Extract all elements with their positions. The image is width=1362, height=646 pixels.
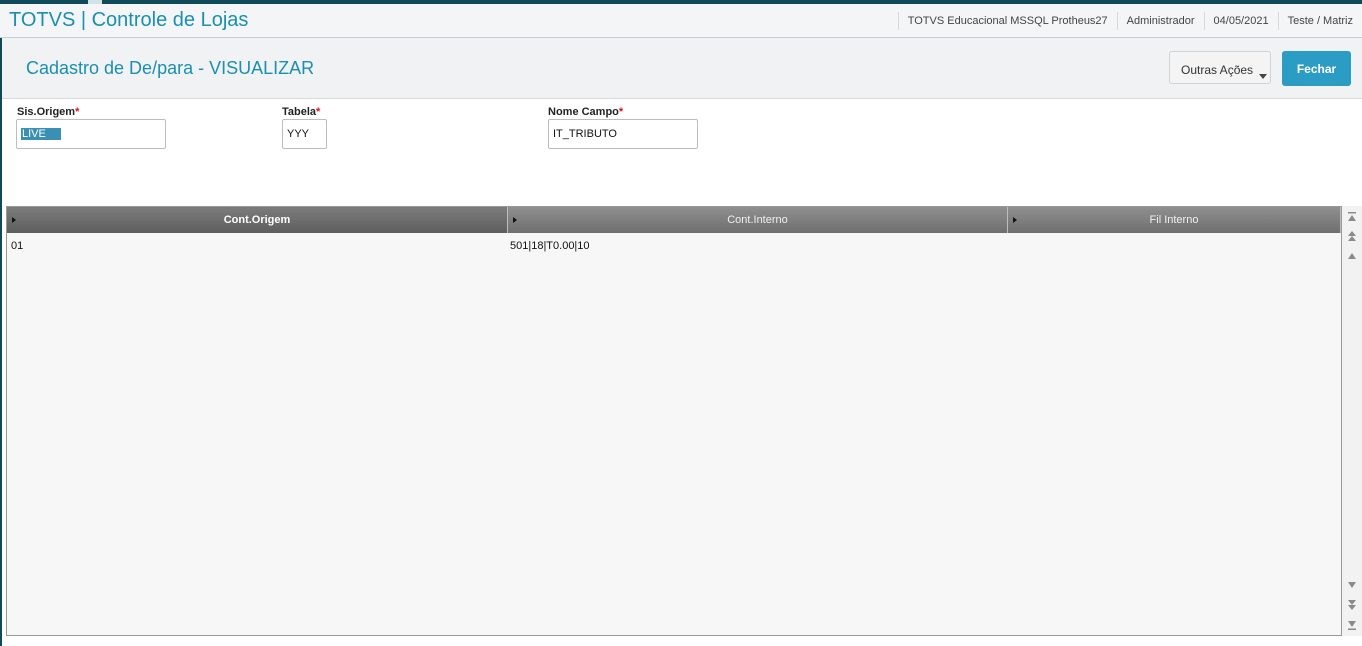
grid-header: Cont.Origem Cont.Interno Fil Interno xyxy=(7,207,1341,233)
triangle-right-icon xyxy=(513,217,517,223)
company-label: Teste / Matriz xyxy=(1277,11,1362,30)
scroll-bottom-icon[interactable] xyxy=(1346,617,1358,633)
user-label: Administrador xyxy=(1116,11,1204,30)
required-mark: * xyxy=(75,106,80,118)
sis-origem-input[interactable]: LIVE xyxy=(16,119,166,149)
scroll-up-icon[interactable] xyxy=(1346,248,1358,264)
required-mark: * xyxy=(618,106,624,118)
app-header: TOTVS | Controle de Lojas TOTVS Educacio… xyxy=(0,4,1362,38)
fechar-button[interactable]: Fechar xyxy=(1282,51,1351,86)
cell-cont-origem: 01 xyxy=(11,240,24,252)
column-header-label: Cont.Interno xyxy=(727,214,788,226)
sis-origem-label-text: Sis.Origem xyxy=(17,106,76,118)
chevron-down-icon xyxy=(1259,74,1267,79)
column-header-label: Cont.Origem xyxy=(223,214,291,226)
page-title: Cadastro de De/para - VISUALIZAR xyxy=(26,58,315,78)
tabela-label-text: Tabela xyxy=(282,106,317,118)
depara-grid: Cont.Origem Cont.Interno Fil Interno 01 … xyxy=(6,206,1342,636)
page-title-bar: Cadastro de De/para - VISUALIZAR Outras … xyxy=(2,38,1362,99)
required-mark: * xyxy=(316,106,321,118)
grid-scrollbar[interactable] xyxy=(1342,206,1362,636)
sis-origem-label: Sis.Origem* xyxy=(17,106,79,118)
nome-campo-input[interactable]: IT_TRIBUTO xyxy=(548,119,698,149)
outras-acoes-label: Outras Ações xyxy=(1181,63,1254,77)
tabela-label: Tabela* xyxy=(282,106,320,118)
sis-origem-value: LIVE xyxy=(21,128,61,140)
triangle-right-icon xyxy=(1013,217,1017,223)
column-header-fil-interno[interactable]: Fil Interno xyxy=(1008,207,1341,233)
app-title: TOTVS | Controle de Lojas xyxy=(9,9,249,31)
column-header-cont-interno[interactable]: Cont.Interno xyxy=(508,207,1008,233)
triangle-right-icon xyxy=(12,217,16,223)
environment-label: TOTVS Educacional MSSQL Protheus27 xyxy=(897,11,1117,30)
scroll-down-icon[interactable] xyxy=(1346,577,1358,593)
scroll-top-icon[interactable] xyxy=(1346,209,1358,225)
outras-acoes-button[interactable]: Outras Ações xyxy=(1169,51,1271,84)
column-header-cont-origem[interactable]: Cont.Origem xyxy=(7,207,508,233)
header-info: TOTVS Educacional MSSQL Protheus27 Admin… xyxy=(897,4,1362,37)
nome-campo-label: Nome Campo* xyxy=(548,106,623,118)
left-accent-bar xyxy=(0,38,2,646)
column-header-label: Fil Interno xyxy=(1149,214,1199,226)
nome-campo-label-text: Nome Campo xyxy=(548,106,619,118)
cell-cont-interno: 501|18|T0.00|10 xyxy=(510,240,590,252)
tabela-input[interactable]: YYY xyxy=(282,119,327,149)
table-row[interactable]: 01 501|18|T0.00|10 xyxy=(7,240,1341,256)
scroll-page-down-icon[interactable] xyxy=(1346,597,1358,613)
scroll-page-up-icon[interactable] xyxy=(1346,228,1358,244)
date-label: 04/05/2021 xyxy=(1203,11,1278,30)
